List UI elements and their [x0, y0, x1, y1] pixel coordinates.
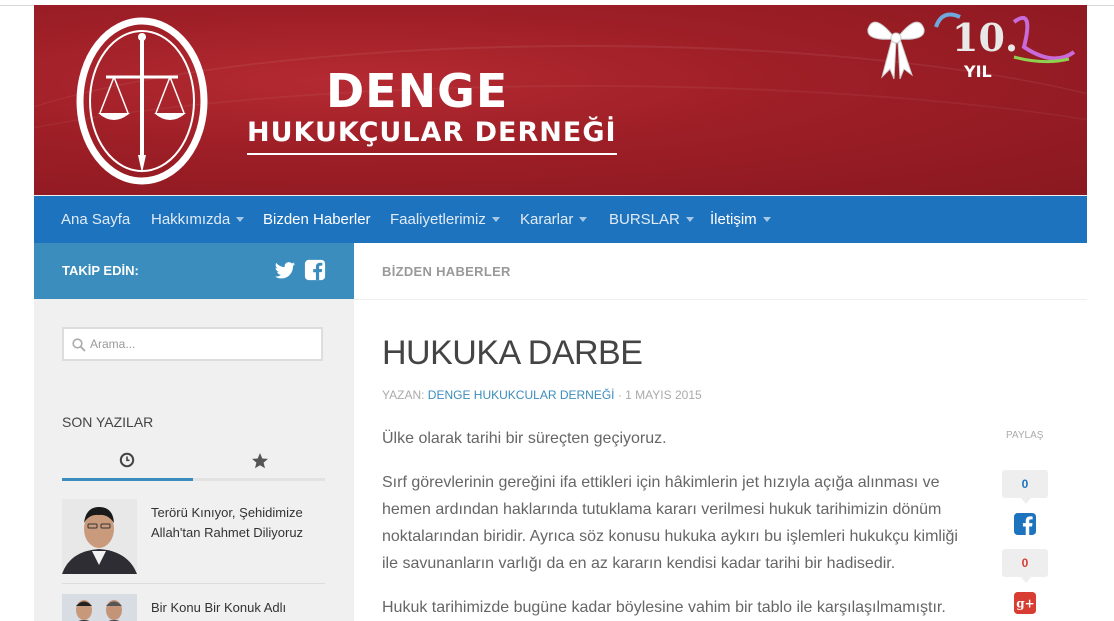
post-date: 1 MAYIS 2015 [625, 388, 702, 402]
nav-item-iletisim[interactable]: İletişim [710, 196, 771, 243]
paragraph: Hukuk tarihimizde bugüne kadar böylesine… [382, 599, 946, 616]
post-title[interactable]: Bir Konu Bir Konuk Adlı [151, 598, 325, 618]
post-meta: YAZAN: DENGE HUKUKCULAR DERNEĞİ · 1 MAYI… [382, 387, 702, 403]
meta-prefix: YAZAN: [382, 388, 425, 402]
search-icon [72, 338, 86, 352]
facebook-share-icon[interactable] [1014, 513, 1036, 535]
recent-posts-tabs [62, 443, 325, 481]
site-header: DENGE HUKUKÇULAR DERNEĞİ 10. YIL [34, 5, 1087, 195]
logo-subtitle[interactable]: HUKUKÇULAR DERNEĞİ [247, 117, 617, 155]
nav-item-burslar[interactable]: BURSLAR [609, 196, 694, 243]
nav-item-bizden-haberler[interactable]: Bizden Haberler [263, 196, 371, 243]
sidebar: TAKİP EDİN: SON YAZILAR [34, 243, 354, 621]
divider [62, 583, 325, 584]
recent-posts-title: SON YAZILAR [62, 414, 154, 430]
main-navigation: Ana Sayfa Hakkımızda Bizden Haberler Faa… [34, 196, 1087, 243]
post-thumbnail[interactable] [62, 499, 137, 574]
facebook-share-count: 0 [1002, 470, 1048, 504]
clock-icon [119, 452, 135, 468]
googleplus-share-count: 0 [1002, 549, 1048, 583]
tab-recent[interactable] [62, 443, 193, 481]
scales-of-justice-logo[interactable] [74, 15, 210, 187]
list-item[interactable]: Bir Konu Bir Konuk Adlı [62, 594, 325, 621]
breadcrumb-label[interactable]: BİZDEN HABERLER [382, 264, 511, 280]
breadcrumb: BİZDEN HABERLER [354, 243, 1087, 300]
chevron-down-icon [762, 216, 771, 222]
star-icon [252, 453, 268, 469]
nav-item-faaliyetlerimiz[interactable]: Faaliyetlerimiz [390, 196, 500, 243]
list-item[interactable]: Terörü Kınıyor, Şehidimize Allah'tan Rah… [62, 499, 325, 589]
tab-popular[interactable] [194, 443, 325, 481]
follow-label: TAKİP EDİN: [62, 263, 139, 278]
twitter-icon[interactable] [274, 259, 296, 281]
anniversary-word: YIL [963, 62, 992, 81]
ribbon-bow-icon [867, 21, 925, 80]
svg-text:g+: g+ [1016, 597, 1034, 611]
post-thumbnail[interactable] [62, 594, 137, 621]
post-title[interactable]: Terörü Kınıyor, Şehidimize Allah'tan Rah… [151, 503, 325, 543]
googleplus-share-icon[interactable]: g+ [1014, 592, 1036, 614]
paragraph: Sırf görevlerinin gereğini ifa ettikleri… [382, 474, 958, 572]
nav-item-kararlar[interactable]: Kararlar [520, 196, 588, 243]
anniversary-number: 10. [952, 15, 1018, 60]
share-label: PAYLAŞ [1006, 430, 1044, 441]
chevron-down-icon [579, 216, 588, 222]
nav-item-hakkimizda[interactable]: Hakkımızda [151, 196, 245, 243]
meta-separator: · [614, 388, 626, 402]
paragraph: Ülke olarak tarihi bir süreçten geçiyoru… [382, 430, 667, 447]
author-link[interactable]: DENGE HUKUKCULAR DERNEĞİ [428, 388, 615, 402]
follow-bar: TAKİP EDİN: [34, 243, 354, 299]
search-input[interactable] [90, 329, 310, 359]
facebook-icon[interactable] [304, 259, 326, 281]
nav-item-ana-sayfa[interactable]: Ana Sayfa [61, 196, 130, 243]
chevron-down-icon [236, 216, 245, 222]
logo-title[interactable]: DENGE [326, 65, 508, 117]
anniversary-badge: 10. YIL [867, 12, 1076, 81]
chevron-down-icon [491, 216, 500, 222]
page-container: DENGE HUKUKÇULAR DERNEĞİ 10. YIL Ana Say… [34, 5, 1087, 621]
main-content: BİZDEN HABERLER HUKUKA DARBE YAZAN: DENG… [354, 243, 1087, 621]
search-box [62, 327, 323, 361]
page-title: HUKUKA DARBE [382, 334, 643, 372]
chevron-down-icon [685, 216, 694, 222]
